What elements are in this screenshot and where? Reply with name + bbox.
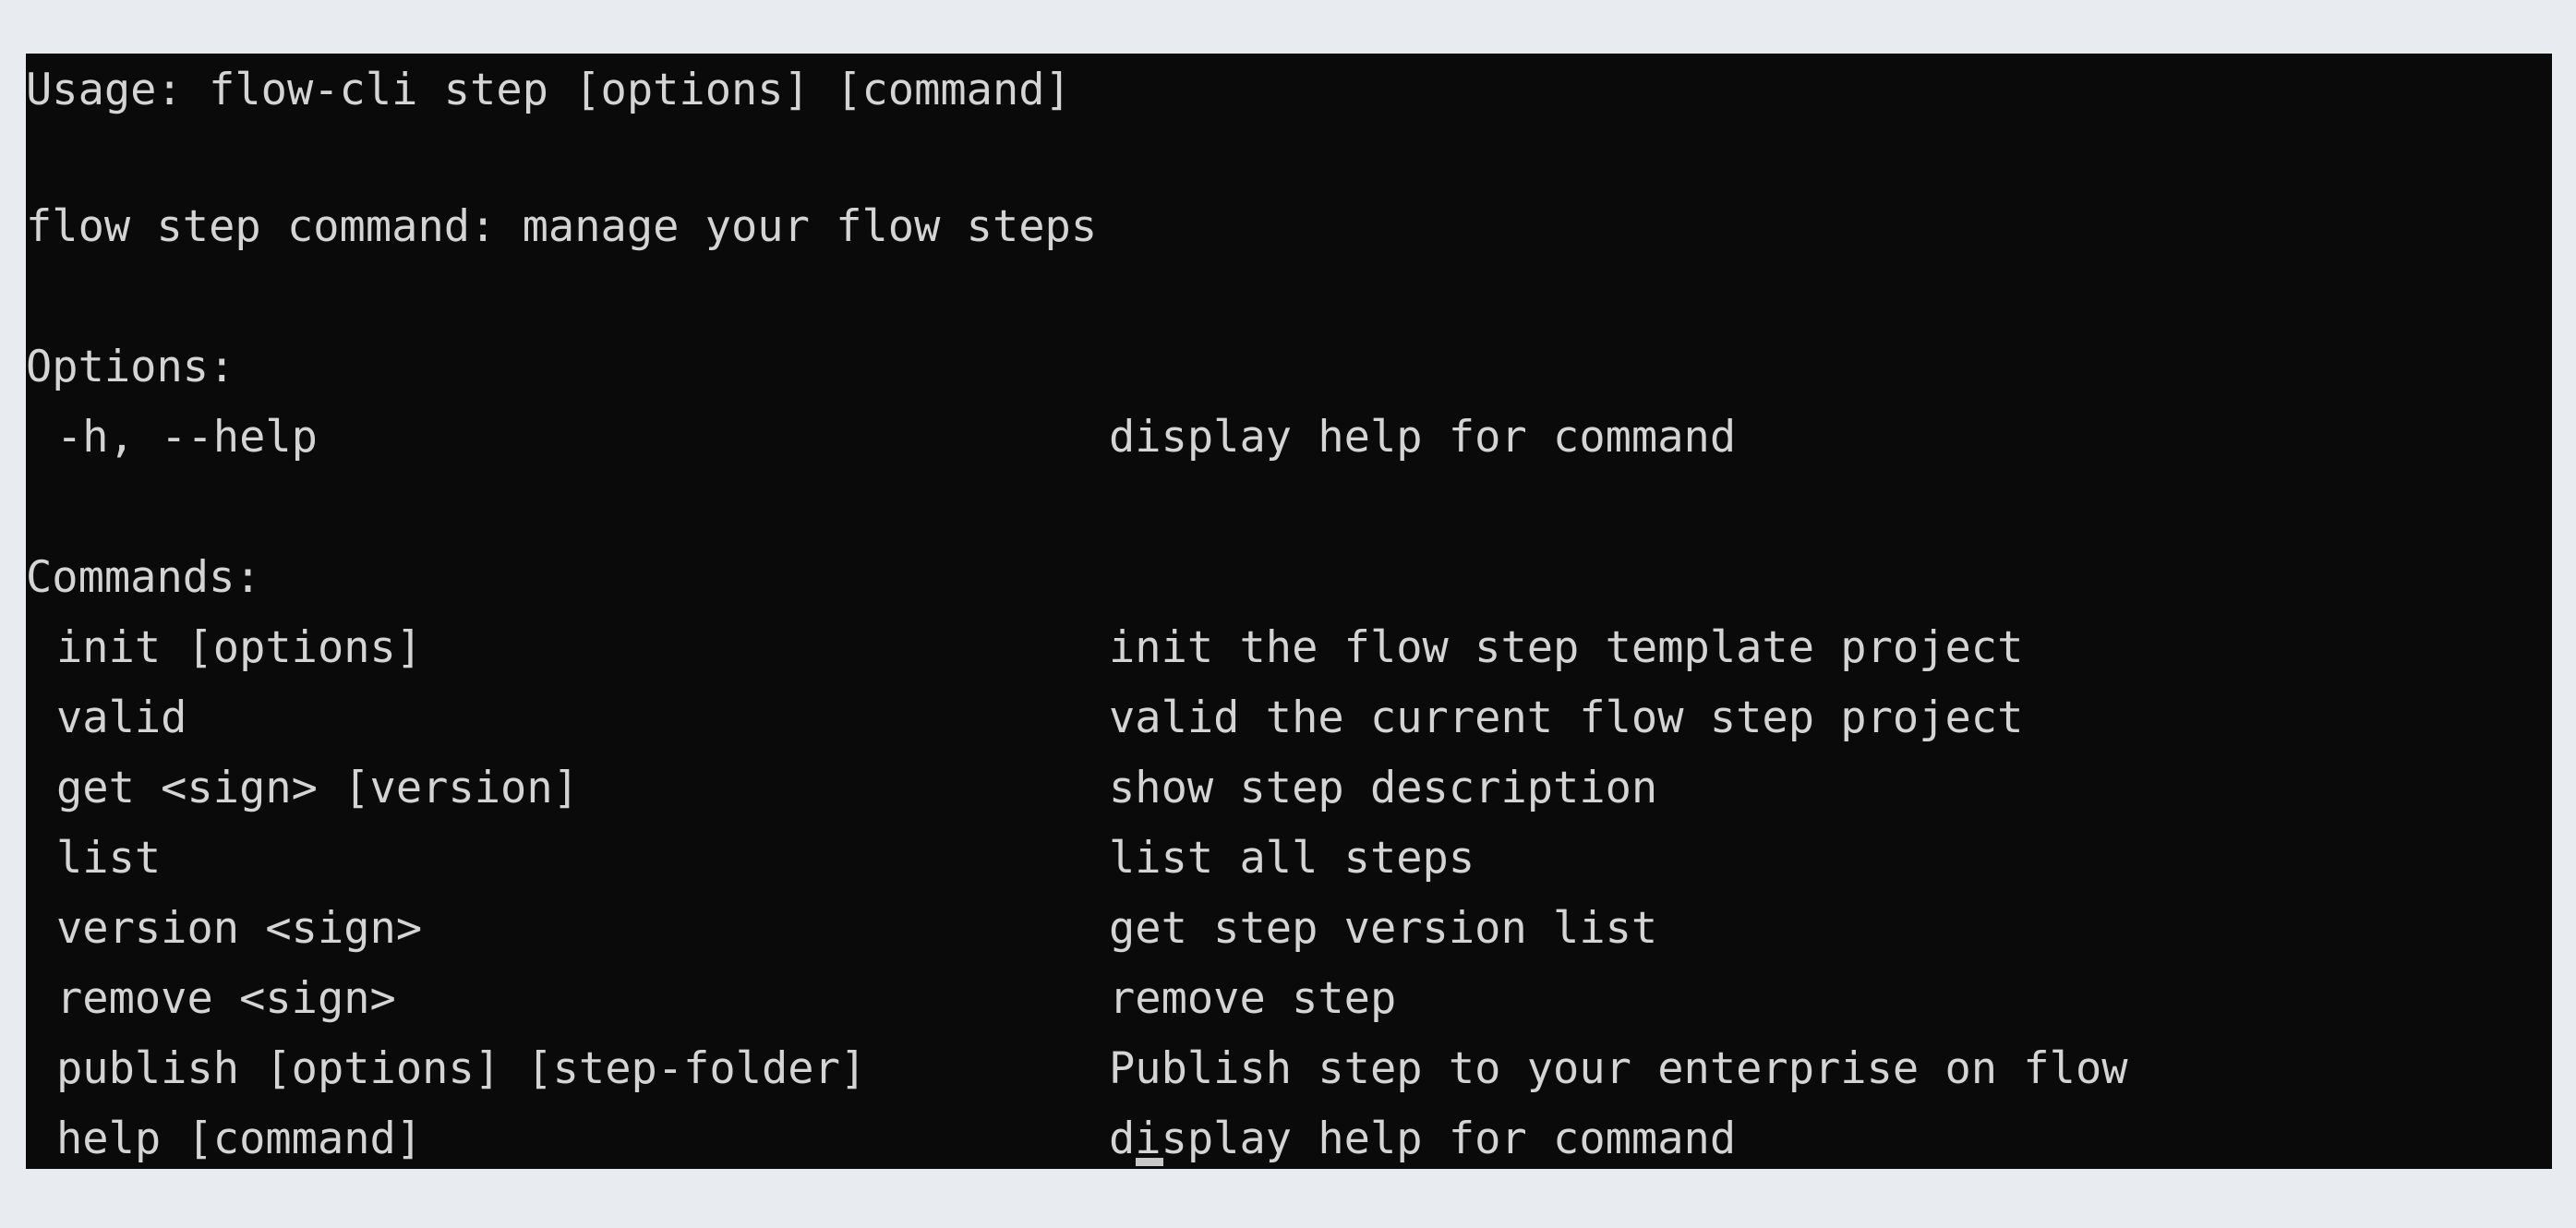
command-name: init [options] [56,622,423,673]
command-description: get step version list [1109,903,1658,954]
command-description: show step description [1109,763,1658,813]
command-name: get <sign> [version] [56,763,579,813]
command-name: list [56,833,162,884]
command-name: publish [options] [step-folder] [56,1043,867,1094]
command-row-remove: remove <sign> remove step [26,964,2552,1034]
command-row-valid: valid valid the current flow step project [26,683,2552,753]
terminal-screen[interactable]: Usage: flow-cli step [options] [command]… [26,54,2552,1169]
command-description: init the flow step template project [1109,622,2024,673]
usage-line: Usage: flow-cli step [options] [command] [26,54,2552,122]
program-description-text: flow step command: manage your flow step… [26,201,1098,252]
option-flag: -h, --help [56,412,318,463]
command-description: valid the current flow step project [1109,692,2024,743]
command-row-init: init [options] init the flow step templat… [26,613,2552,683]
option-description: display help for command [1109,412,1737,463]
commands-heading-line: Commands: [26,543,2552,613]
screenshot-root: Usage: flow-cli step [options] [command]… [0,0,2576,1228]
command-description: remove step [1109,973,1397,1024]
command-row-list: list list all steps [26,824,2552,894]
option-row-help: -h, --help display help for command [26,403,2552,473]
command-row-help: help [command] display help for command [26,1104,2552,1169]
commands-heading-text: Commands: [26,552,261,603]
usage-text: Usage: flow-cli step [options] [command] [26,65,1071,115]
text-cursor [1136,1158,1163,1166]
options-heading-text: Options: [26,342,235,392]
program-description-line: flow step command: manage your flow step… [26,192,2552,262]
command-row-publish: publish [options] [step-folder] Publish s… [26,1034,2552,1104]
command-name: remove <sign> [56,973,396,1024]
command-description: Publish step to your enterprise on flow [1109,1043,2128,1094]
command-row-get: get <sign> [version] show step descriptio… [26,753,2552,824]
options-heading-line: Options: [26,332,2552,403]
command-row-version: version <sign> get step version list [26,894,2552,964]
command-description: list all steps [1109,833,1475,884]
command-name: help [command] [56,1114,423,1164]
terminal-window[interactable]: Usage: flow-cli step [options] [command]… [26,54,2552,1169]
command-name: version <sign> [56,903,423,954]
command-description: display help for command [1109,1114,1737,1164]
command-name: valid [56,692,187,743]
